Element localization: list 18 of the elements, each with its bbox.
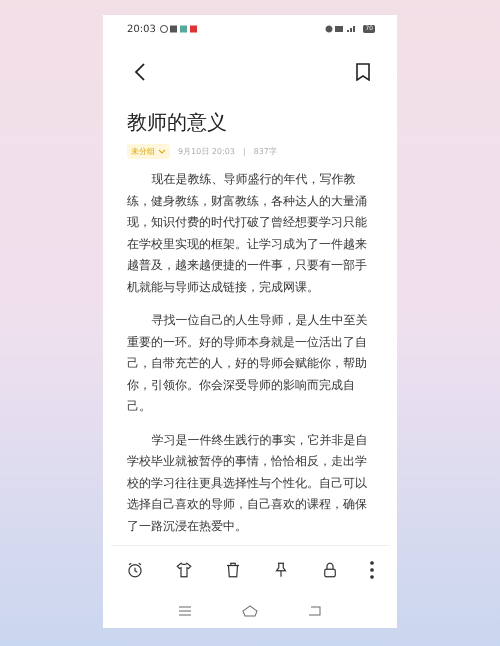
category-dropdown[interactable]: 未分组 — [127, 144, 170, 159]
note-paragraph: 现在是教练、导师盛行的年代，写作教练，健身教练，财富教练，各种达人的大量涌现，知识付费的时代打破了曾经想要学习只能在学校里实现的框架。让学习成为了一件越来越普及，越来越便捷的一件事，只要有一部手机就能与导师达成链接，完成网课。 — [127, 171, 368, 296]
word-count: 837字 — [254, 146, 277, 157]
note-title: 教师的意义 — [127, 109, 228, 136]
shirt-icon — [174, 561, 193, 579]
home-icon[interactable] — [242, 605, 258, 617]
bookmark-icon — [355, 63, 371, 81]
caret-icon — [158, 149, 166, 154]
note-paragraph: 寻找一位自己的人生导师，是人生中至关重要的一环。好的导师本身就是一位活出了自己，自带充芒的人，好的导师会赋能你，帮助你，引领你。你会深受导师的影响而完成自己。 — [127, 312, 368, 415]
status-time: 20:03 — [127, 24, 156, 34]
more-icon — [370, 561, 374, 579]
note-date: 9月10日 20:03 — [178, 146, 235, 157]
notification-icons — [160, 25, 200, 33]
alarm-clock-icon — [126, 561, 144, 579]
note-paragraph: 学习是一件终生践行的事实，它并非是自学校毕业就被暂停的事情，恰恰相反，走出学校的学习往往更具选择性与个性化。自己可以选择自己喜欢的导师，自己喜欢的课程，确保了一路沉浸在热爱中。 — [127, 432, 368, 534]
separator: | — [242, 147, 246, 156]
back-gesture-icon[interactable] — [308, 606, 322, 616]
menu-icon[interactable] — [178, 606, 192, 616]
